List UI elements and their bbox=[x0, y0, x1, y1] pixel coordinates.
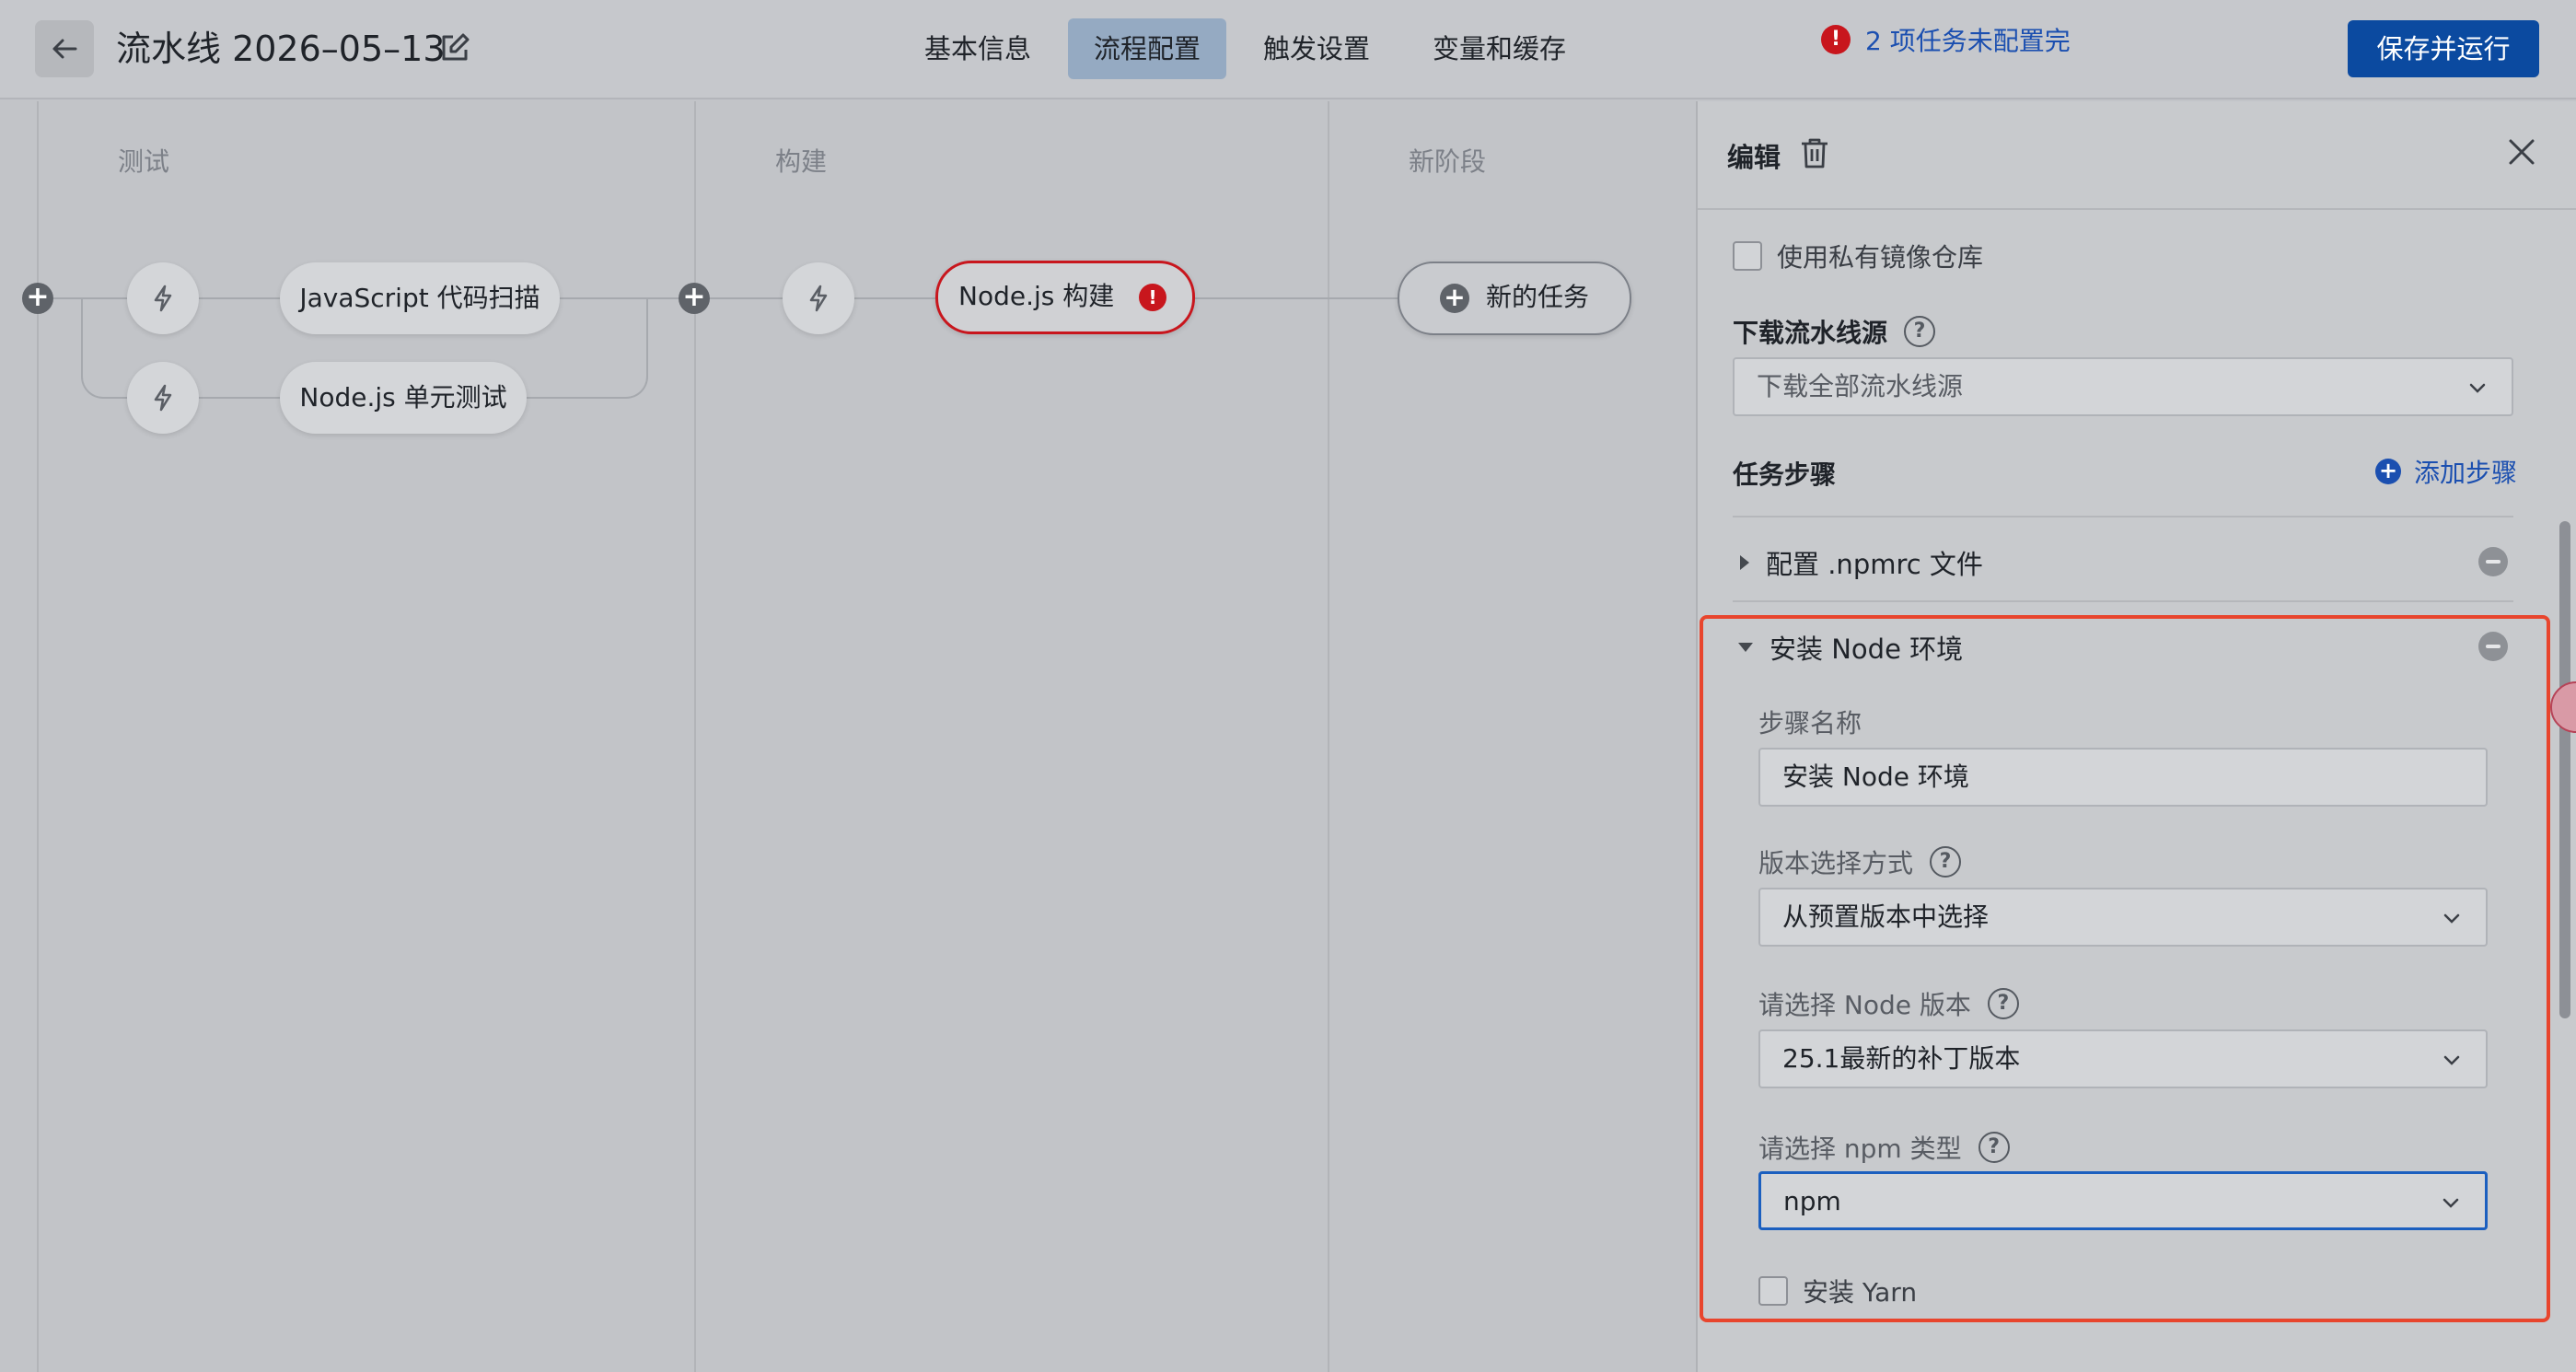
node-version-value: 25.1最新的补丁版本 bbox=[1782, 1043, 2021, 1074]
lightning-icon bbox=[154, 285, 172, 312]
node-version-label: 请选择 Node 版本 bbox=[1758, 990, 1971, 1020]
new-task-button[interactable]: + 新的任务 bbox=[1398, 262, 1631, 335]
divider bbox=[1733, 516, 2513, 517]
version-mode-label-row: 版本选择方式 ? bbox=[1758, 843, 1962, 880]
step-name-input[interactable]: 安装 Node 环境 bbox=[1758, 748, 2488, 807]
page-title: 流水线 2026–05–13 bbox=[116, 29, 446, 69]
edit-title-button[interactable] bbox=[438, 31, 475, 68]
tab-basic-info[interactable]: 基本信息 bbox=[899, 18, 1057, 79]
step-name-value: 安装 Node 环境 bbox=[1782, 762, 1969, 792]
add-stage-button[interactable]: + bbox=[679, 283, 710, 314]
help-icon[interactable]: ? bbox=[1930, 846, 1962, 878]
job-node-unit-test[interactable]: Node.js 单元测试 bbox=[280, 362, 527, 434]
download-source-label-row: 下载流水线源 ? bbox=[1733, 313, 1936, 350]
help-icon[interactable]: ? bbox=[1987, 988, 2019, 1019]
close-icon bbox=[2509, 139, 2535, 165]
add-step-button[interactable]: + 添加步骤 bbox=[2375, 453, 2517, 490]
lightning-icon bbox=[809, 285, 828, 312]
delete-button[interactable] bbox=[1799, 136, 1836, 173]
download-source-value: 下载全部流水线源 bbox=[1757, 371, 1964, 401]
step-item-install-node[interactable]: 安装 Node 环境 bbox=[1738, 628, 1963, 667]
download-source-label: 下载流水线源 bbox=[1733, 318, 1888, 348]
save-and-run-button[interactable]: 保存并运行 bbox=[2348, 20, 2539, 77]
trigger-node[interactable] bbox=[783, 262, 854, 334]
add-stage-button[interactable]: + bbox=[22, 283, 53, 314]
install-yarn-checkbox[interactable] bbox=[1758, 1276, 1788, 1306]
new-task-label: 新的任务 bbox=[1486, 282, 1590, 312]
stage-title-new[interactable]: 新阶段 bbox=[1409, 142, 1486, 179]
trigger-node[interactable] bbox=[127, 262, 199, 334]
step-name: 配置 .npmrc 文件 bbox=[1766, 549, 1983, 580]
warning-text: 2 项任务未配置完 bbox=[1865, 26, 2071, 56]
main-tabs: 基本信息 流程配置 触发设置 变量和缓存 bbox=[899, 18, 1592, 79]
npm-type-label-row: 请选择 npm 类型 ? bbox=[1758, 1129, 2010, 1166]
pipeline-canvas: 测试 构建 新阶段 + + JavaScript 代码扫描 Node.js 单元… bbox=[0, 101, 1696, 1372]
version-mode-value: 从预置版本中选择 bbox=[1782, 901, 1990, 932]
plus-icon: + bbox=[2375, 459, 2401, 484]
stage-title-test[interactable]: 测试 bbox=[118, 142, 169, 179]
tab-flow-config[interactable]: 流程配置 bbox=[1068, 18, 1227, 79]
trash-icon bbox=[1802, 138, 1828, 169]
help-icon[interactable]: ? bbox=[1978, 1132, 2010, 1163]
unconfigured-warning[interactable]: ! 2 项任务未配置完 bbox=[1821, 20, 2071, 59]
remove-step-button[interactable] bbox=[2478, 632, 2508, 661]
private-registry-option[interactable]: 使用私有镜像仓库 bbox=[1733, 238, 1983, 274]
private-registry-checkbox[interactable] bbox=[1733, 241, 1762, 271]
edit-icon bbox=[442, 33, 470, 61]
remove-step-button[interactable] bbox=[2478, 547, 2508, 576]
step-name-label-row: 步骤名称 bbox=[1758, 703, 1862, 740]
download-source-select[interactable]: 下载全部流水线源 bbox=[1733, 357, 2513, 416]
steps-label: 任务步骤 bbox=[1733, 459, 1837, 490]
caret-down-icon bbox=[1738, 643, 1753, 652]
error-icon: ! bbox=[1139, 284, 1166, 311]
npm-type-value: npm bbox=[1783, 1186, 1841, 1216]
private-registry-label: 使用私有镜像仓库 bbox=[1777, 242, 1984, 273]
top-header: 流水线 2026–05–13 基本信息 流程配置 触发设置 变量和缓存 ! 2 … bbox=[0, 0, 2576, 99]
version-mode-label: 版本选择方式 bbox=[1758, 848, 1914, 878]
chevron-down-icon bbox=[2443, 913, 2460, 924]
stage-divider bbox=[1328, 101, 1329, 1372]
add-step-label: 添加步骤 bbox=[2414, 458, 2518, 488]
chevron-down-icon bbox=[2443, 1198, 2459, 1208]
error-icon: ! bbox=[1821, 25, 1851, 54]
job-label: Node.js 构建 bbox=[958, 281, 1115, 311]
caret-right-icon bbox=[1740, 555, 1749, 570]
help-icon[interactable]: ? bbox=[1904, 316, 1936, 347]
step-name-label: 步骤名称 bbox=[1758, 708, 1862, 738]
close-panel-button[interactable] bbox=[2506, 136, 2543, 173]
steps-label-row: 任务步骤 bbox=[1733, 455, 1836, 492]
divider bbox=[1733, 600, 2513, 602]
back-button[interactable] bbox=[35, 20, 94, 77]
chevron-down-icon bbox=[2443, 1055, 2460, 1065]
npm-type-select[interactable]: npm bbox=[1758, 1171, 2488, 1230]
lightning-icon bbox=[154, 384, 172, 412]
step-name: 安装 Node 环境 bbox=[1770, 634, 1964, 665]
tab-trigger-settings[interactable]: 触发设置 bbox=[1237, 18, 1396, 79]
panel-scrollbar[interactable] bbox=[2559, 521, 2570, 1018]
install-yarn-label: 安装 Yarn bbox=[1803, 1277, 1918, 1308]
job-node-build[interactable]: Node.js 构建 ! bbox=[935, 261, 1195, 334]
tab-variables-cache[interactable]: 变量和缓存 bbox=[1407, 18, 1592, 79]
trigger-node[interactable] bbox=[127, 362, 199, 434]
version-mode-select[interactable]: 从预置版本中选择 bbox=[1758, 888, 2488, 947]
chevron-down-icon bbox=[2469, 383, 2486, 393]
arrow-left-icon bbox=[52, 39, 77, 59]
node-version-label-row: 请选择 Node 版本 ? bbox=[1758, 985, 2019, 1022]
panel-header: 编辑 bbox=[1698, 101, 2576, 210]
npm-type-label: 请选择 npm 类型 bbox=[1758, 1134, 1962, 1164]
panel-title: 编辑 bbox=[1727, 142, 1781, 173]
job-js-scan[interactable]: JavaScript 代码扫描 bbox=[280, 262, 560, 334]
install-yarn-option[interactable]: 安装 Yarn bbox=[1758, 1273, 1917, 1309]
node-version-select[interactable]: 25.1最新的补丁版本 bbox=[1758, 1029, 2488, 1088]
step-item-npmrc[interactable]: 配置 .npmrc 文件 bbox=[1740, 543, 1983, 582]
stage-title-build[interactable]: 构建 bbox=[775, 142, 827, 179]
branch-connector bbox=[81, 297, 136, 399]
plus-icon: + bbox=[1440, 284, 1469, 313]
